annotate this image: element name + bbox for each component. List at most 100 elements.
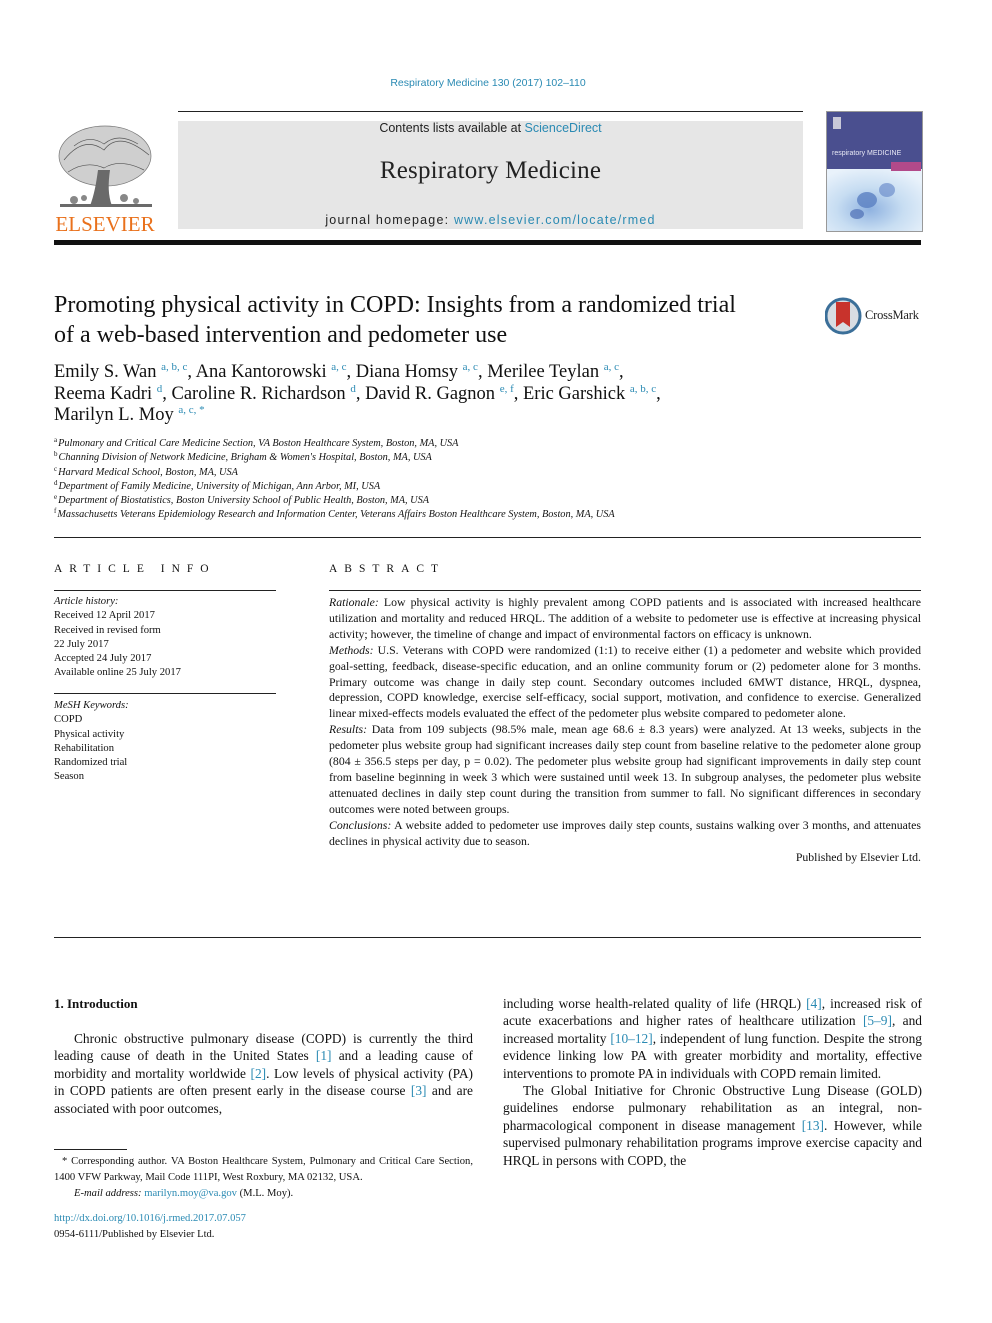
section-divider (54, 537, 921, 538)
intro-paragraph: Chronic obstructive pulmonary disease (C… (54, 1030, 473, 1117)
abstract-conclusions: Conclusions: A website added to pedomete… (329, 818, 921, 850)
affiliation-text: Massachusetts Veterans Epidemiology Rese… (57, 509, 615, 521)
citation-link[interactable]: [2] (251, 1066, 267, 1081)
corresponding-author-footnote: * Corresponding author. VA Boston Health… (54, 1154, 473, 1201)
email-line: E-mail address: marilyn.moy@va.gov (M.L.… (54, 1186, 473, 1202)
affiliation-key: d (54, 478, 58, 487)
keyword-item: Randomized trial (54, 757, 128, 769)
author-list: Emily S. Wan a, b, c, Ana Kantorowski a,… (54, 362, 914, 427)
keywords-label: MeSH Keywords: (54, 700, 129, 711)
email-link[interactable]: marilyn.moy@va.gov (144, 1188, 237, 1199)
affiliation-text: Pulmonary and Critical Care Medicine Sec… (58, 438, 459, 449)
keywords-rule (54, 693, 276, 694)
citation-link[interactable]: [4] (806, 996, 822, 1011)
intro-paragraph: The Global Initiative for Chronic Obstru… (503, 1082, 922, 1169)
journal-reference-link[interactable]: Respiratory Medicine 130 (2017) 102–110 (0, 77, 976, 89)
history-item: Accepted 24 July 2017 (54, 653, 152, 665)
abstract-rule (329, 590, 921, 592)
author-affiliation-link[interactable]: a, b, c (161, 361, 187, 373)
abstract-methods: Methods: U.S. Veterans with COPD were ra… (329, 643, 921, 723)
affiliation-text: Harvard Medical School, Boston, MA, USA (58, 466, 238, 478)
affiliation-item: aPulmonary and Critical Care Medicine Se… (54, 437, 914, 451)
affiliation-item: bChanning Division of Network Medicine, … (54, 451, 914, 465)
doi-block: http://dx.doi.org/10.1016/j.rmed.2017.07… (54, 1211, 246, 1242)
journal-cover-image: respiratory MEDICINE (827, 112, 922, 231)
author[interactable]: Marilyn L. Moy (54, 405, 174, 425)
contents-prefix: Contents lists available at (379, 121, 525, 135)
keywords: MeSH Keywords: COPD Physical activity Re… (54, 699, 276, 785)
intro-column-left: Chronic obstructive pulmonary disease (C… (54, 1030, 473, 1117)
author-separator: , (513, 383, 523, 404)
issn-line: 0954-6111/Published by Elsevier Ltd. (54, 1228, 215, 1240)
author[interactable]: Emily S. Wan (54, 362, 157, 382)
affiliation-item: cHarvard Medical School, Boston, MA, USA (54, 464, 914, 480)
author-separator: , (477, 362, 488, 382)
abstract-section-text: U.S. Veterans with COPD were randomized … (329, 642, 921, 721)
intro-column-right: including worse health-related quality o… (503, 995, 922, 1169)
crossmark-label: CrossMark (865, 308, 919, 322)
author[interactable]: Merilee Teylan (487, 362, 599, 382)
header-top-rule (178, 111, 803, 112)
elsevier-wordmark: ELSEVIER (55, 212, 154, 234)
keyword-item: Physical activity (54, 728, 125, 740)
citation-link[interactable]: [1] (316, 1048, 332, 1063)
citation-link[interactable]: [13] (802, 1118, 824, 1133)
author-affiliation-link[interactable]: a, c, * (178, 404, 204, 416)
crossmark-button[interactable]: CrossMark (824, 296, 925, 336)
citation-link[interactable]: [5–9] (863, 1013, 892, 1028)
author-separator: , (162, 383, 172, 404)
author[interactable]: Reema Kadri (54, 384, 152, 404)
abstract-section-text: A website added to pedometer use improve… (329, 817, 921, 848)
affiliation-text: Channing Division of Network Medicine, B… (58, 452, 432, 464)
author-affiliation-link[interactable]: a, c (331, 361, 346, 373)
abstract-section-label: Results: (329, 722, 368, 737)
email-suffix: (M.L. Moy). (236, 1187, 294, 1199)
history-item: Received in revised form (54, 624, 161, 636)
abstract-end-rule (54, 937, 921, 939)
paragraph-text: including worse health-related quality o… (503, 996, 807, 1011)
introduction-heading: 1. Introduction (54, 996, 138, 1011)
history-item: Received 12 April 2017 (54, 610, 155, 622)
author[interactable]: Diana Homsy (356, 362, 458, 382)
author[interactable]: David R. Gagnon (365, 384, 495, 404)
sciencedirect-link[interactable]: ScienceDirect (525, 121, 602, 135)
abstract-heading: ABSTRACT (329, 563, 446, 575)
abstract-section-label: Methods: (329, 642, 374, 657)
elsevier-tree-icon: ELSEVIER (55, 125, 155, 236)
cover-title: respiratory MEDICINE (832, 150, 902, 157)
author-affiliation-link[interactable]: e, f (500, 383, 514, 395)
author-affiliation-link[interactable]: a, b, c (630, 383, 656, 395)
published-by: Published by Elsevier Ltd. (795, 849, 921, 864)
elsevier-logo[interactable]: ELSEVIER (54, 120, 156, 236)
header-thick-rule (54, 240, 921, 245)
abstract-results: Results: Data from 109 subjects (98.5% m… (329, 722, 921, 817)
keyword-item: Season (54, 771, 85, 783)
doi-link[interactable]: http://dx.doi.org/10.1016/j.rmed.2017.07… (54, 1211, 246, 1227)
journal-homepage-line: journal homepage: www.elsevier.com/locat… (178, 213, 803, 227)
journal-cover-thumbnail[interactable]: respiratory MEDICINE (826, 111, 923, 232)
journal-masthead: Contents lists available at ScienceDirec… (178, 121, 803, 229)
affiliation-key: e (54, 493, 58, 502)
article-title-line-2: of a web-based intervention and pedomete… (54, 322, 508, 348)
author[interactable]: Eric Garshick (523, 384, 625, 404)
author[interactable]: Ana Kantorowski (196, 362, 327, 382)
article-info-heading: ARTICLE INFO (54, 563, 216, 575)
author[interactable]: Caroline R. Richardson (172, 384, 346, 404)
corresponding-author-text: * Corresponding author. VA Boston Health… (54, 1156, 473, 1183)
abstract-section-text: Low physical activity is highly prevalen… (329, 595, 921, 641)
email-label: E-mail address: (74, 1187, 142, 1199)
article-history: Article history: Received 12 April 2017 … (54, 595, 276, 681)
affiliation-key: c (54, 464, 58, 473)
affiliation-item: eDepartment of Biostatistics, Boston Uni… (54, 494, 914, 508)
author-affiliation-link[interactable]: a, c (604, 361, 619, 373)
article-info-rule (54, 590, 276, 592)
affiliation-list: aPulmonary and Critical Care Medicine Se… (54, 437, 914, 523)
citation-link[interactable]: [3] (411, 1083, 427, 1098)
author-separator: , (618, 362, 624, 382)
affiliation-key: a (54, 436, 58, 444)
citation-link[interactable]: [10–12] (610, 1031, 652, 1046)
affiliation-text: Department of Family Medicine, Universit… (58, 480, 381, 492)
author-affiliation-link[interactable]: a, c (463, 361, 478, 373)
journal-homepage-link[interactable]: www.elsevier.com/locate/rmed (454, 213, 656, 227)
affiliation-key: b (54, 450, 58, 459)
